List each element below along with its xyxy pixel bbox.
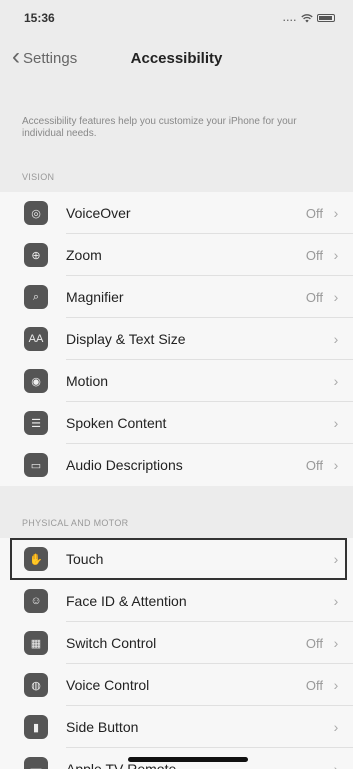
voiceover-icon: ◎ — [24, 201, 48, 225]
zoom-icon: ⊕ — [24, 243, 48, 267]
row-label: Magnifier — [66, 289, 124, 305]
magnifier-icon: ⌕ — [24, 285, 48, 309]
apple-tv-remote-icon: ▬ — [24, 757, 48, 769]
row-value: Off — [305, 289, 323, 305]
status-bar: 15:36 .... — [0, 0, 353, 36]
side-button-icon: ▮ — [24, 715, 48, 739]
row-label: Touch — [66, 551, 104, 567]
face-id-icon: ☺ — [24, 589, 48, 613]
accessibility-description: Accessibility features help you customiz… — [22, 116, 297, 139]
chevron-right-icon: › — [333, 373, 339, 389]
row-label: Display & Text Size — [66, 331, 186, 347]
chevron-right-icon: › — [333, 761, 339, 769]
chevron-right-icon: › — [333, 593, 339, 609]
row-spoken-content[interactable]: ☰ Spoken Content › — [0, 402, 353, 444]
row-value: Off — [305, 205, 323, 221]
row-voiceover[interactable]: ◎ VoiceOver Off › — [0, 192, 353, 234]
row-label: Face ID & Attention — [66, 593, 187, 609]
row-label: Apple TV Remote — [66, 761, 177, 769]
section-header-physical-motor: PHYSICAL AND MOTOR — [22, 518, 129, 528]
row-value: Off — [305, 457, 323, 473]
section-header-vision: VISION — [22, 172, 55, 182]
row-label: VoiceOver — [66, 205, 131, 221]
touch-icon: ✋ — [24, 547, 48, 571]
status-time: 15:36 — [24, 11, 55, 25]
switch-control-icon: ▦ — [24, 631, 48, 655]
row-label: Audio Descriptions — [66, 457, 183, 473]
row-label: Spoken Content — [66, 415, 167, 431]
chevron-right-icon: › — [333, 415, 339, 431]
chevron-right-icon: › — [333, 551, 339, 567]
vision-group: ◎ VoiceOver Off › ⊕ Zoom Off › ⌕ Magnifi… — [0, 192, 353, 486]
row-label: Zoom — [66, 247, 102, 263]
row-switch-control[interactable]: ▦ Switch Control Off › — [0, 622, 353, 664]
row-value: Off — [305, 635, 323, 651]
display-text-size-icon: AA — [24, 327, 48, 351]
row-side-button[interactable]: ▮ Side Button › — [0, 706, 353, 748]
home-indicator[interactable] — [128, 757, 248, 762]
battery-icon — [317, 14, 335, 22]
back-button[interactable]: ‹ Settings — [0, 43, 78, 70]
chevron-right-icon: › — [333, 457, 339, 473]
status-icons: .... — [283, 13, 335, 23]
chevron-right-icon: › — [333, 331, 339, 347]
back-label: Settings — [23, 49, 78, 67]
row-touch[interactable]: ✋ Touch › — [10, 538, 347, 580]
voice-control-icon: ◍ — [24, 673, 48, 697]
row-motion[interactable]: ◉ Motion › — [0, 360, 353, 402]
chevron-right-icon: › — [333, 719, 339, 735]
motion-icon: ◉ — [24, 369, 48, 393]
chevron-right-icon: › — [333, 247, 339, 263]
row-label: Side Button — [66, 719, 139, 735]
signal-icon: .... — [282, 13, 297, 23]
row-label: Voice Control — [66, 677, 150, 693]
audio-descriptions-icon: ▭ — [24, 453, 48, 477]
wifi-icon — [301, 13, 313, 22]
row-face-id-attention[interactable]: ☺ Face ID & Attention › — [0, 580, 353, 622]
row-label: Motion — [66, 373, 109, 389]
chevron-right-icon: › — [333, 677, 339, 693]
navigation-bar: ‹ Settings Accessibility — [0, 36, 353, 80]
chevron-right-icon: › — [333, 635, 339, 651]
row-label: Switch Control — [66, 635, 157, 651]
row-value: Off — [305, 677, 323, 693]
row-audio-descriptions[interactable]: ▭ Audio Descriptions Off › — [0, 444, 353, 486]
row-zoom[interactable]: ⊕ Zoom Off › — [0, 234, 353, 276]
row-value: Off — [305, 247, 323, 263]
physical-motor-group: ✋ Touch › ☺ Face ID & Attention › ▦ Swit… — [0, 538, 353, 769]
spoken-content-icon: ☰ — [24, 411, 48, 435]
chevron-left-icon: ‹ — [12, 43, 20, 70]
chevron-right-icon: › — [333, 205, 339, 221]
row-magnifier[interactable]: ⌕ Magnifier Off › — [0, 276, 353, 318]
row-voice-control[interactable]: ◍ Voice Control Off › — [0, 664, 353, 706]
chevron-right-icon: › — [333, 289, 339, 305]
row-display-text-size[interactable]: AA Display & Text Size › — [0, 318, 353, 360]
